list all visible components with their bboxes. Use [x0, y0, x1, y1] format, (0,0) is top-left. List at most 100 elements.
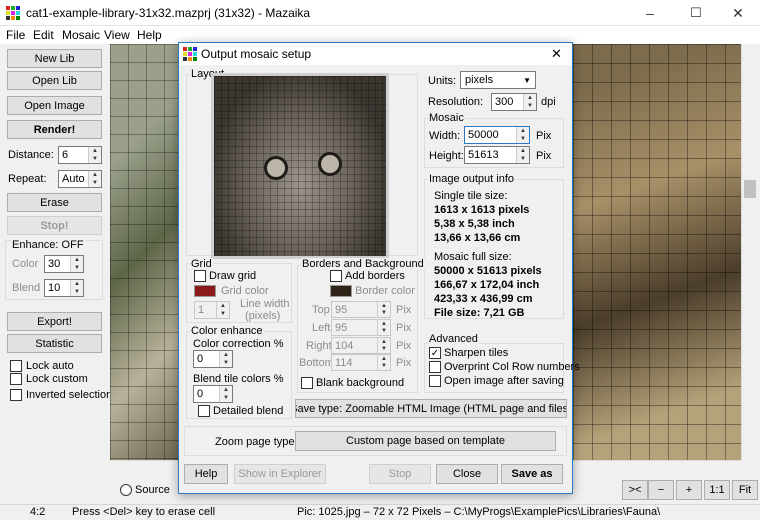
mosaic-canvas-right[interactable]	[573, 44, 741, 460]
left-value: 95	[335, 321, 348, 334]
repeat-stepper[interactable]: Auto ▲ ▼	[58, 170, 102, 188]
stepper-arrows-icon[interactable]: ▲ ▼	[516, 147, 529, 163]
right-stepper[interactable]: 104 ▲ ▼	[331, 337, 391, 354]
open-after-row[interactable]: Open image after saving	[429, 375, 564, 387]
menu-help[interactable]: Help	[137, 28, 162, 42]
stop-button[interactable]: Stop!	[7, 216, 102, 235]
zoom-in-button[interactable]: +	[676, 480, 702, 500]
mosaic-canvas-left[interactable]	[110, 44, 180, 460]
right-label: Right	[306, 340, 332, 352]
blend-tile-stepper[interactable]: 0 ▲ ▼	[193, 385, 233, 403]
height-field[interactable]: 51613 ▲ ▼	[464, 146, 530, 164]
grid-color-swatch[interactable]	[194, 285, 216, 297]
show-in-explorer-button[interactable]: Show in Explorer	[234, 464, 326, 484]
bottom-stepper[interactable]: 114 ▲ ▼	[331, 354, 391, 371]
color-correction-stepper[interactable]: 0 ▲ ▼	[193, 350, 233, 368]
maximize-button[interactable]: ☐	[674, 0, 718, 26]
close-dialog-button[interactable]: Close	[436, 464, 498, 484]
lock-auto-checkbox[interactable]	[10, 360, 22, 372]
left-label: Left	[312, 322, 331, 334]
overprint-row[interactable]: Overprint Col Row numbers	[429, 361, 580, 373]
overprint-checkbox[interactable]	[429, 361, 441, 373]
inverted-selection-row[interactable]: Inverted selection	[10, 389, 112, 401]
menu-edit[interactable]: Edit	[33, 28, 54, 42]
stepper-arrows-icon[interactable]: ▲ ▼	[219, 386, 232, 402]
stepper-arrows-icon[interactable]: ▲ ▼	[377, 338, 390, 353]
open-after-checkbox[interactable]	[429, 375, 441, 387]
color-stepper[interactable]: 30 ▲ ▼	[44, 255, 84, 273]
width-field[interactable]: 50000 ▲ ▼	[464, 126, 530, 144]
lock-custom-checkbox[interactable]	[10, 373, 22, 385]
blank-background-checkbox[interactable]	[301, 377, 313, 389]
detailed-blend-checkbox[interactable]	[198, 405, 210, 417]
lock-auto-row[interactable]: Lock auto	[10, 360, 74, 372]
resolution-value: 300	[495, 96, 514, 108]
zoom-page-type-button[interactable]: Custom page based on template	[295, 431, 556, 451]
repeat-label: Repeat:	[8, 173, 47, 185]
distance-stepper[interactable]: 6 ▲ ▼	[58, 146, 102, 164]
top-label: Top	[312, 304, 330, 316]
left-stepper[interactable]: 95 ▲ ▼	[331, 319, 391, 336]
stepper-arrows-icon[interactable]: ▲ ▼	[516, 127, 529, 143]
menu-mosaic[interactable]: Mosaic	[62, 28, 100, 42]
dpi-label: dpi	[541, 96, 556, 108]
distance-label: Distance:	[8, 149, 54, 161]
render-button[interactable]: Render!	[7, 120, 102, 139]
resolution-stepper[interactable]: 300 ▲ ▼	[491, 93, 537, 111]
stepper-arrows-icon[interactable]: ▲ ▼	[377, 320, 390, 335]
nav-back-button[interactable]: ><	[622, 480, 648, 500]
open-image-button[interactable]: Open Image	[7, 96, 102, 115]
sharpen-tiles-checkbox[interactable]: ✓	[429, 347, 441, 359]
save-type-button[interactable]: Save type: Zoomable HTML Image (HTML pag…	[295, 399, 567, 418]
add-borders-row[interactable]: Add borders	[330, 270, 405, 282]
overprint-label: Overprint Col Row numbers	[444, 361, 580, 373]
scrollbar-thumb[interactable]	[744, 180, 756, 198]
vertical-scrollbar[interactable]	[741, 44, 757, 460]
zoom-fit-button[interactable]: Fit	[732, 480, 758, 500]
inverted-selection-checkbox[interactable]	[10, 389, 22, 401]
close-window-button[interactable]: ✕	[716, 0, 760, 26]
add-borders-label: Add borders	[345, 270, 405, 282]
stepper-arrows-icon[interactable]: ▲ ▼	[377, 355, 390, 370]
new-lib-button[interactable]: New Lib	[7, 49, 102, 68]
erase-button[interactable]: Erase	[7, 193, 102, 212]
sharpen-tiles-label: Sharpen tiles	[444, 347, 509, 359]
export-button[interactable]: Export!	[7, 312, 102, 331]
stepper-arrows-icon[interactable]: ▲ ▼	[523, 94, 536, 110]
zoom-out-button[interactable]: −	[648, 480, 674, 500]
stepper-arrows-icon[interactable]: ▲ ▼	[88, 147, 101, 163]
source-radio[interactable]	[120, 484, 132, 496]
add-borders-checkbox[interactable]	[330, 270, 342, 282]
save-as-button[interactable]: Save as	[501, 464, 563, 484]
zoom-1to1-button[interactable]: 1:1	[704, 480, 730, 500]
menu-file[interactable]: File	[6, 28, 25, 42]
line-width-stepper[interactable]: 1 ▲ ▼	[194, 301, 230, 319]
detailed-blend-row[interactable]: Detailed blend	[198, 405, 283, 417]
draw-grid-row[interactable]: Draw grid	[194, 270, 256, 282]
border-color-swatch[interactable]	[330, 285, 352, 297]
full-size-pixels: 50000 x 51613 pixels	[434, 265, 542, 277]
stepper-arrows-icon[interactable]: ▲ ▼	[216, 302, 229, 318]
draw-grid-checkbox[interactable]	[194, 270, 206, 282]
minimize-button[interactable]: –	[628, 0, 672, 26]
blank-background-row[interactable]: Blank background	[301, 377, 404, 389]
lock-custom-row[interactable]: Lock custom	[10, 373, 88, 385]
sharpen-tiles-row[interactable]: ✓ Sharpen tiles	[429, 347, 508, 359]
stepper-arrows-icon[interactable]: ▲ ▼	[377, 302, 390, 317]
stepper-arrows-icon[interactable]: ▲ ▼	[70, 280, 83, 296]
statistic-button[interactable]: Statistic	[7, 334, 102, 353]
distance-value: 6	[62, 149, 69, 161]
help-button[interactable]: Help	[184, 464, 228, 484]
stop-dialog-button[interactable]: Stop	[369, 464, 431, 484]
units-select[interactable]: pixels ▼	[460, 71, 536, 89]
lock-custom-label: Lock custom	[26, 373, 88, 385]
menu-view[interactable]: View	[104, 28, 130, 42]
stepper-arrows-icon[interactable]: ▲ ▼	[70, 256, 83, 272]
blend-stepper[interactable]: 10 ▲ ▼	[44, 279, 84, 297]
lock-auto-label: Lock auto	[26, 360, 74, 372]
dialog-close-icon[interactable]: ✕	[551, 46, 562, 62]
open-lib-button[interactable]: Open Lib	[7, 71, 102, 90]
top-stepper[interactable]: 95 ▲ ▼	[331, 301, 391, 318]
stepper-arrows-icon[interactable]: ▲ ▼	[88, 171, 101, 187]
stepper-arrows-icon[interactable]: ▲ ▼	[219, 351, 232, 367]
